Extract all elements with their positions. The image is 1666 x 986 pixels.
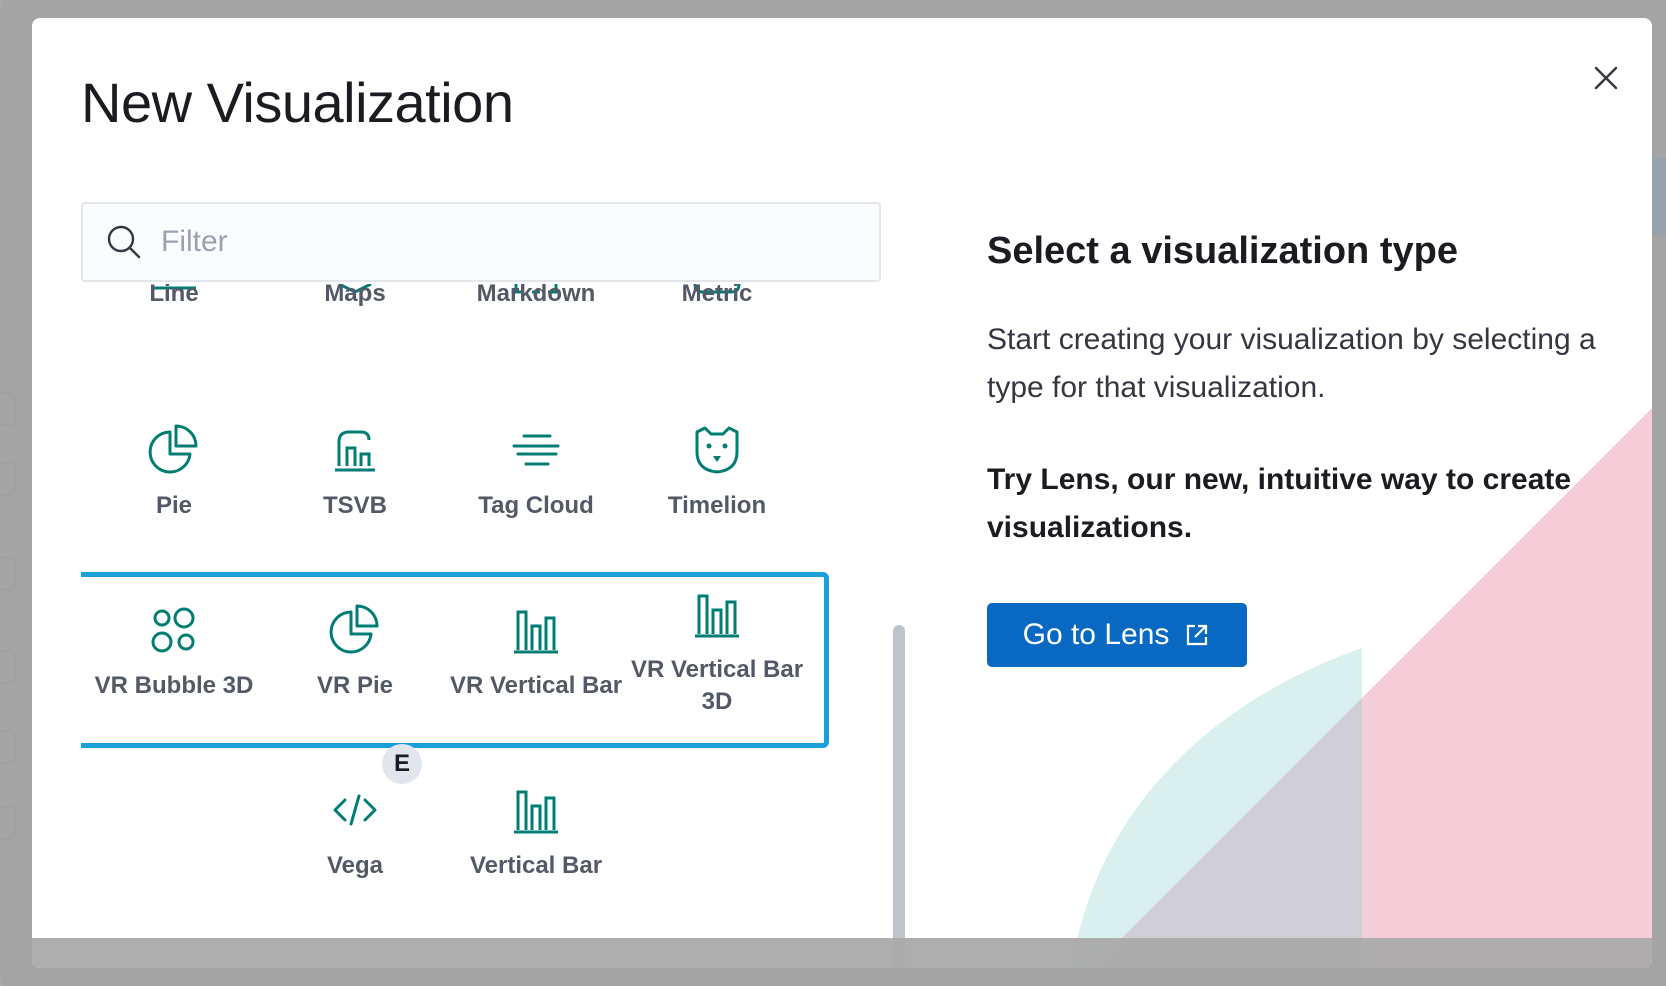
background-row [0, 392, 16, 426]
vertical-bar-icon [695, 594, 739, 638]
timelion-icon [695, 426, 739, 474]
vis-card-vr-pie[interactable]: VR Pie [262, 600, 448, 770]
vis-card-pie[interactable]: Pie [81, 420, 267, 590]
filter-input[interactable] [161, 225, 811, 259]
overlay-bottom-edge [32, 938, 1652, 968]
vis-card-timelion[interactable]: Timelion [624, 420, 810, 590]
visualization-type-grid: Line Maps Markdown Metric Pie TSVB Tag C… [81, 284, 881, 968]
background-row [0, 730, 16, 764]
filter-field[interactable] [81, 202, 881, 282]
vis-card-label: Markdown [476, 284, 596, 307]
external-link-icon [1187, 624, 1208, 646]
vis-card-label: Vega [326, 852, 384, 879]
vis-card-label: Metric [681, 284, 753, 307]
vis-card-tag-cloud[interactable]: Tag Cloud [443, 420, 629, 590]
background-row [0, 650, 16, 684]
vertical-bar-icon [514, 610, 558, 654]
vis-card-markdown[interactable]: Markdown [443, 284, 629, 414]
bubble-chart-icon [151, 607, 195, 653]
background-row [0, 462, 16, 496]
background-button-fragment [1650, 158, 1666, 236]
go-to-lens-button[interactable]: Go to Lens [987, 603, 1247, 667]
vis-card-tsvb[interactable]: TSVB [262, 420, 448, 590]
code-icon [333, 794, 377, 826]
close-button[interactable] [1584, 56, 1628, 100]
vis-card-vr-vertical-bar-3d[interactable]: VR Vertical Bar 3D [624, 584, 810, 754]
grid-scrollbar[interactable] [893, 625, 905, 968]
vis-card-label: VR Vertical Bar 3D [630, 656, 804, 715]
vis-card-label: Tag Cloud [478, 492, 594, 519]
vis-card-label: Line [149, 284, 199, 307]
pie-chart-icon [148, 424, 198, 474]
go-to-lens-label: Go to Lens [1022, 618, 1170, 651]
vis-card-vega[interactable]: Vega E [262, 744, 448, 950]
background-row [0, 806, 16, 840]
vis-card-label: Pie [155, 492, 193, 519]
search-icon [107, 225, 141, 259]
new-visualization-modal: New Visualization Line Maps [32, 18, 1652, 968]
vis-card-label: VR Pie [316, 672, 394, 699]
background-row [0, 557, 16, 591]
vis-card-label: Maps [324, 284, 386, 307]
vis-card-vr-vertical-bar[interactable]: VR Vertical Bar [443, 600, 629, 770]
vis-card-label: VR Bubble 3D [94, 672, 254, 699]
vis-card-metric[interactable]: Metric [624, 284, 810, 414]
experimental-badge: E [382, 744, 422, 784]
close-icon [1594, 66, 1618, 90]
vis-card-line[interactable]: Line [81, 284, 267, 414]
vis-card-vr-bubble-3d[interactable]: VR Bubble 3D [81, 600, 267, 770]
vis-card-label: VR Vertical Bar [449, 672, 623, 699]
tag-cloud-icon [512, 434, 560, 466]
vis-card-maps[interactable]: Maps [262, 284, 448, 414]
modal-title: New Visualization [81, 71, 514, 134]
pie-chart-icon [329, 604, 379, 654]
vertical-bar-icon [514, 790, 558, 834]
vis-card-label: Vertical Bar [469, 852, 603, 879]
select-type-description: Start creating your visualization by sel… [987, 323, 1596, 404]
vis-card-label: TSVB [322, 492, 387, 519]
lens-promo-text: Try Lens, our new, intuitive way to crea… [987, 463, 1572, 544]
vis-card-label: Timelion [667, 492, 767, 519]
vis-card-vertical-bar[interactable]: Vertical Bar [443, 780, 629, 950]
tsvb-icon [335, 430, 375, 472]
select-type-heading: Select a visualization type [987, 230, 1458, 272]
